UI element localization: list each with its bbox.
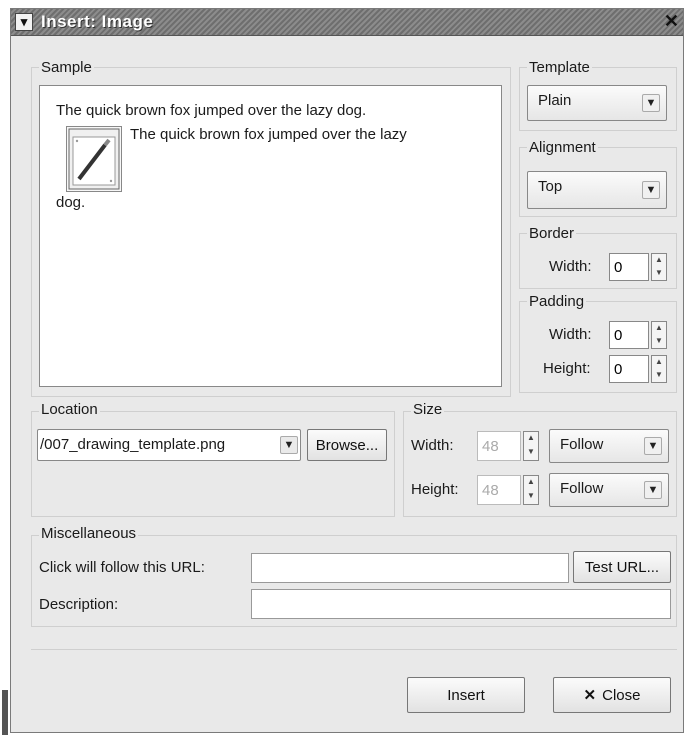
close-button[interactable]: ✕ Close (553, 677, 671, 713)
chevron-down-icon: ▼ (644, 481, 662, 499)
padding-width-spinner[interactable]: ▲▼ (609, 321, 667, 349)
url-label: Click will follow this URL: (39, 559, 205, 576)
chevron-down-icon[interactable]: ▼ (280, 436, 298, 454)
spin-up-icon[interactable]: ▲ (524, 432, 538, 446)
pencil-drawing-icon (68, 128, 120, 190)
test-url-button[interactable]: Test URL... (573, 551, 671, 583)
description-label: Description: (39, 596, 119, 613)
title-bar[interactable]: ▾ Insert: Image ✕ (11, 9, 683, 36)
spin-buttons[interactable]: ▲ ▼ (651, 321, 667, 349)
spin-up-icon[interactable]: ▲ (652, 254, 666, 267)
x-icon: ✕ (583, 687, 597, 704)
spin-down-icon[interactable]: ▼ (524, 446, 538, 460)
spin-buttons[interactable]: ▲ ▼ (523, 475, 539, 505)
location-group (31, 411, 395, 517)
spin-buttons[interactable]: ▲ ▼ (651, 355, 667, 383)
location-label: Location (39, 401, 100, 418)
window-menu-icon[interactable]: ▾ (15, 13, 33, 31)
divider (31, 649, 677, 650)
size-height-label: Height: (411, 481, 459, 498)
spin-down-icon[interactable]: ▼ (652, 267, 666, 280)
chevron-down-icon: ▼ (644, 437, 662, 455)
misc-label: Miscellaneous (39, 525, 139, 542)
window-close-icon[interactable]: ✕ (664, 11, 679, 32)
spin-up-icon[interactable]: ▲ (652, 356, 666, 369)
padding-height-input[interactable] (609, 355, 649, 383)
chevron-down-icon: ▼ (642, 94, 660, 112)
size-label: Size (411, 401, 445, 418)
template-label: Template (527, 59, 592, 76)
window-title: Insert: Image (41, 12, 154, 31)
size-height-mode-value: Follow (560, 480, 604, 497)
spin-up-icon[interactable]: ▲ (652, 322, 666, 335)
padding-label: Padding (527, 293, 587, 310)
spin-buttons[interactable]: ▲ ▼ (523, 431, 539, 461)
browse-button[interactable]: Browse... (307, 429, 387, 461)
insert-button[interactable]: Insert (407, 677, 525, 713)
spin-down-icon[interactable]: ▼ (524, 490, 538, 504)
padding-height-spinner[interactable]: ▲▼ (609, 355, 667, 383)
chevron-down-icon: ▼ (642, 181, 660, 199)
size-width-label: Width: (411, 437, 454, 454)
sample-line-3: dog. (56, 194, 86, 211)
sample-label: Sample (39, 59, 94, 76)
sample-line-1: The quick brown fox jumped over the lazy… (56, 102, 367, 119)
location-combo[interactable]: /007_drawing_template.png ▼ (37, 429, 301, 461)
spin-down-icon[interactable]: ▼ (652, 335, 666, 348)
location-value[interactable]: /007_drawing_template.png (40, 436, 268, 453)
insert-image-dialog: ▾ Insert: Image ✕ Sample The quick brown… (10, 8, 684, 733)
sample-image-thumbnail (66, 126, 122, 192)
spin-up-icon[interactable]: ▲ (524, 476, 538, 490)
size-height-input[interactable] (477, 475, 521, 505)
sample-preview: The quick brown fox jumped over the lazy… (39, 85, 502, 387)
close-button-label: Close (602, 687, 641, 704)
size-width-spinner[interactable]: ▲▼ (477, 431, 539, 461)
size-width-mode-value: Follow (560, 436, 604, 453)
border-width-label: Width: (549, 258, 592, 275)
url-input[interactable] (251, 553, 569, 583)
alignment-select[interactable]: Top ▼ (527, 171, 667, 209)
template-select[interactable]: Plain ▼ (527, 85, 667, 121)
size-width-input[interactable] (477, 431, 521, 461)
sample-line-2: The quick brown fox jumped over the lazy (130, 126, 407, 143)
size-height-spinner[interactable]: ▲▼ (477, 475, 539, 505)
size-height-mode-select[interactable]: Follow ▼ (549, 473, 669, 507)
spin-down-icon[interactable]: ▼ (652, 369, 666, 382)
spin-buttons[interactable]: ▲ ▼ (651, 253, 667, 281)
background-edge (2, 690, 8, 735)
padding-width-input[interactable] (609, 321, 649, 349)
padding-width-label: Width: (549, 326, 592, 343)
alignment-value: Top (538, 178, 563, 195)
background-strip (0, 0, 10, 735)
border-label: Border (527, 225, 577, 242)
border-width-input[interactable] (609, 253, 649, 281)
border-width-spinner[interactable]: ▲▼ (609, 253, 667, 281)
alignment-label: Alignment (527, 139, 598, 156)
description-input[interactable] (251, 589, 671, 619)
template-value: Plain (538, 92, 572, 109)
size-width-mode-select[interactable]: Follow ▼ (549, 429, 669, 463)
padding-height-label: Height: (543, 360, 591, 377)
